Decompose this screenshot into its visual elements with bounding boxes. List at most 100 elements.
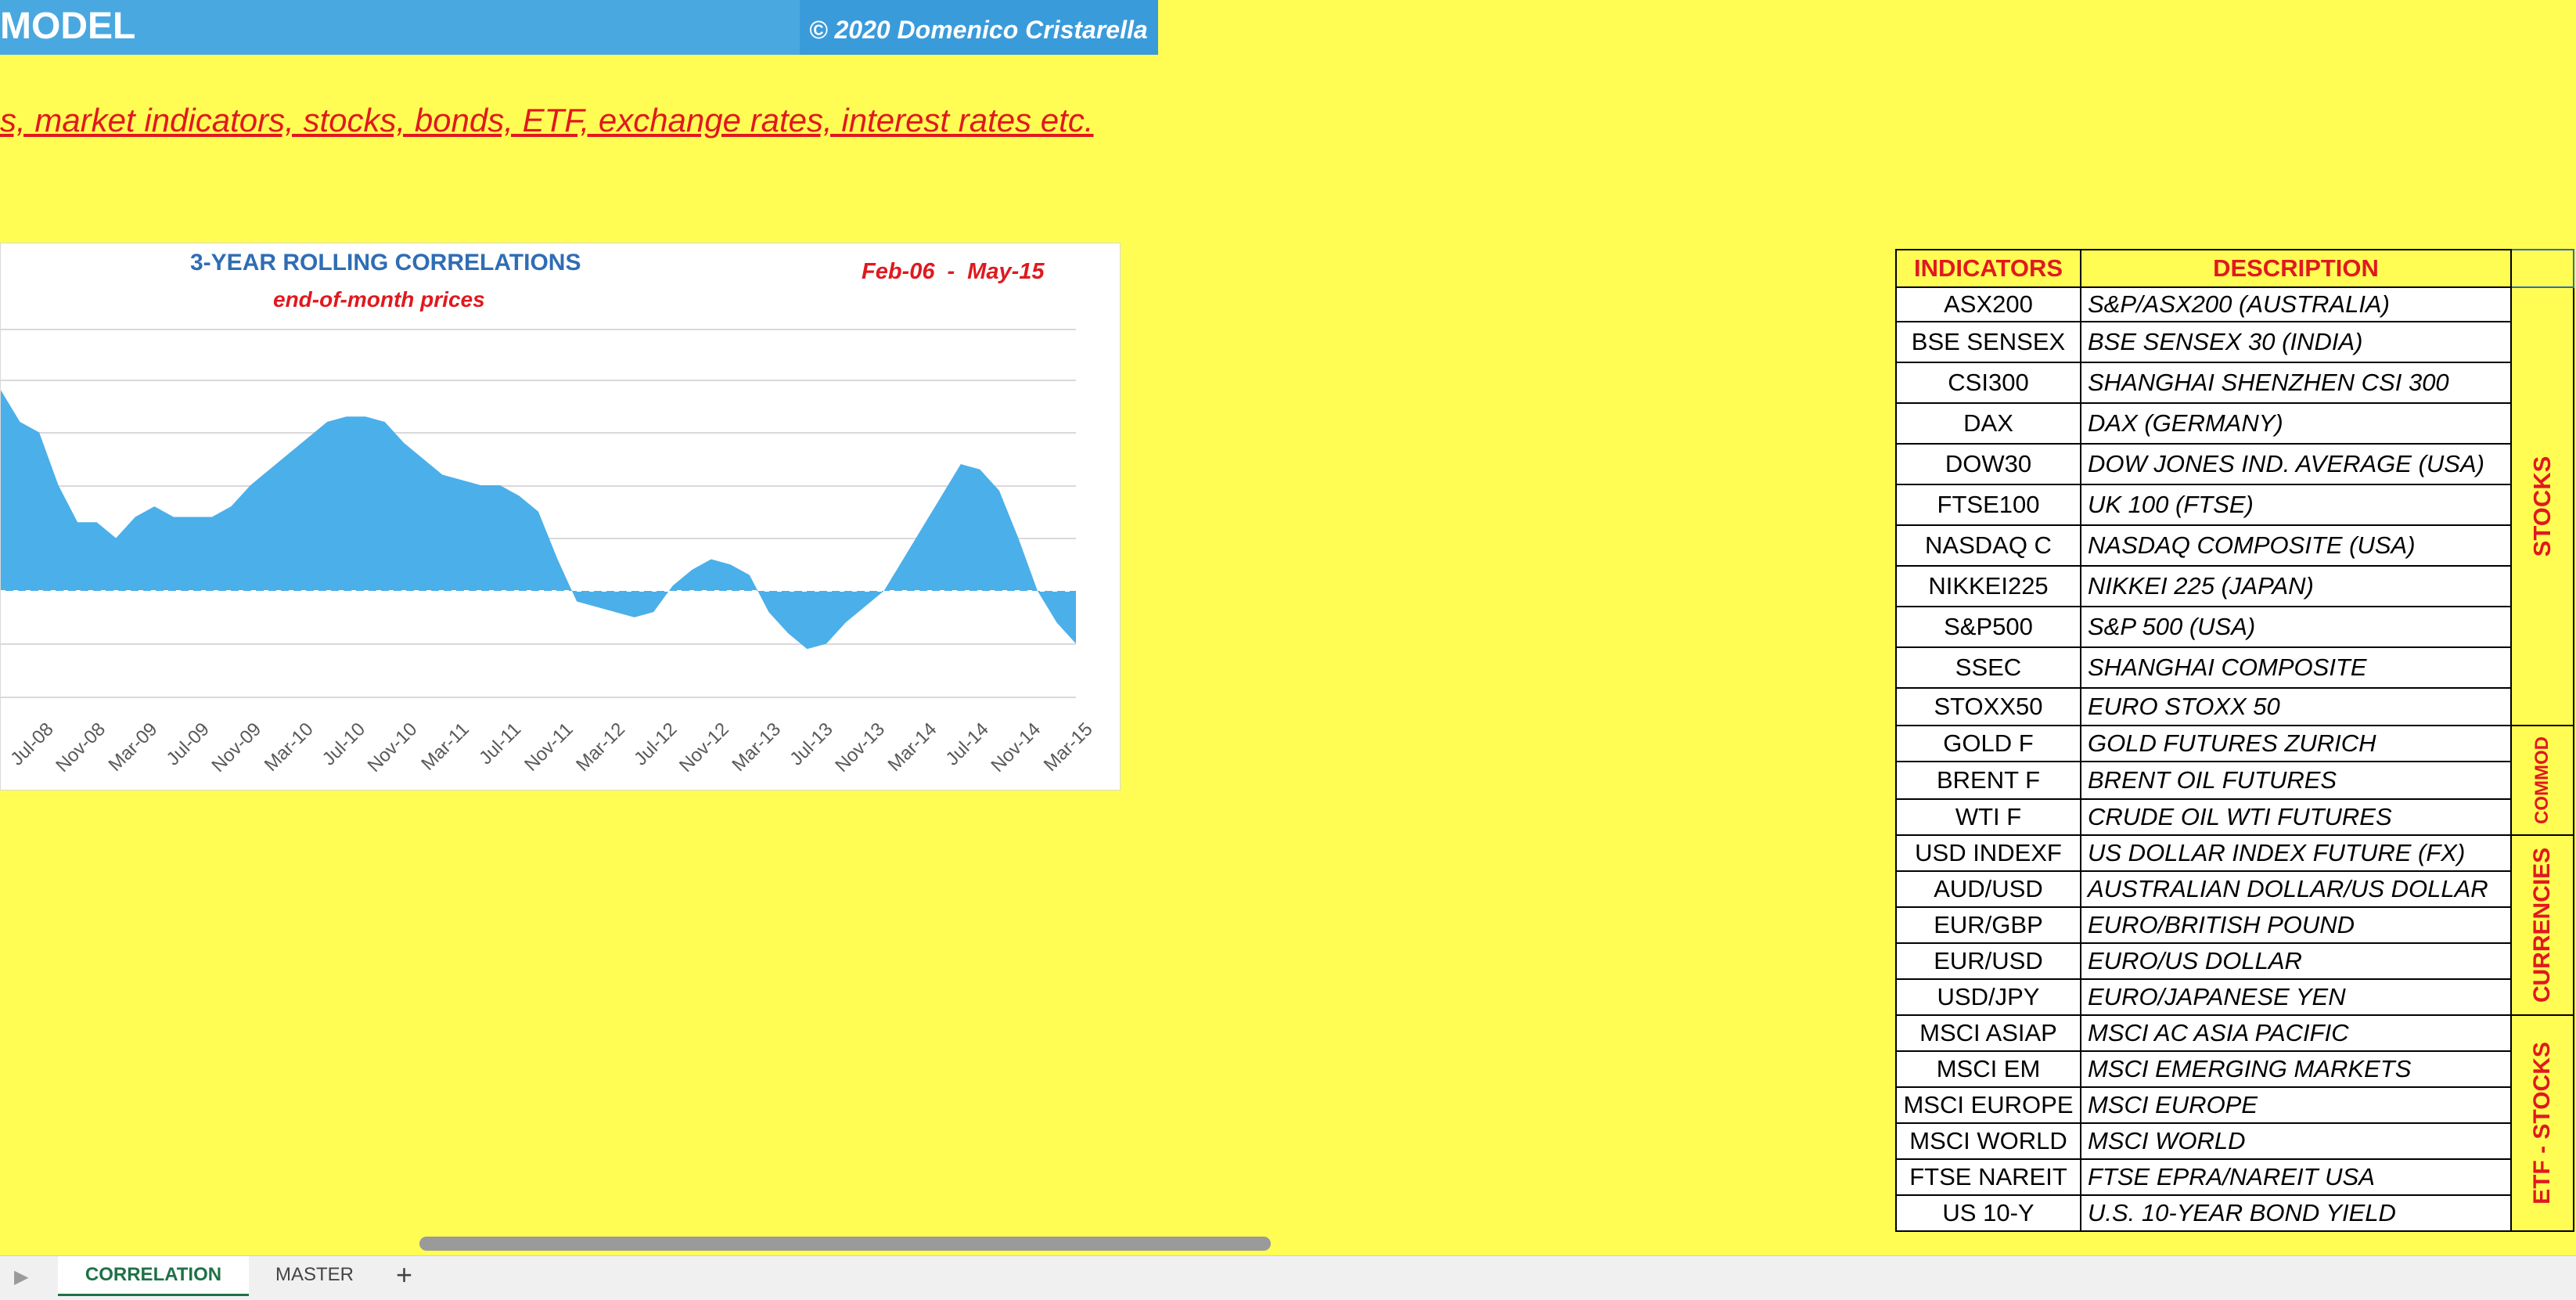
- indicator-cell[interactable]: EUR/USD: [1895, 942, 2081, 980]
- description-cell[interactable]: AUSTRALIAN DOLLAR/US DOLLAR: [2080, 870, 2512, 908]
- tab-master[interactable]: MASTER: [258, 1256, 371, 1294]
- selected-cell[interactable]: [2510, 249, 2574, 288]
- description-cell[interactable]: MSCI EUROPE: [2080, 1086, 2512, 1124]
- description-cell[interactable]: NASDAQ COMPOSITE (USA): [2080, 524, 2512, 567]
- indicator-cell[interactable]: MSCI EM: [1895, 1050, 2081, 1088]
- description-cell[interactable]: EURO/US DOLLAR: [2080, 942, 2512, 980]
- indicator-cell[interactable]: GOLD F: [1895, 725, 2081, 762]
- x-tick-label: Jul-08: [6, 718, 57, 769]
- indicator-link-text[interactable]: s, market indicators, stocks, bonds, ETF…: [0, 102, 1094, 139]
- indicator-cell[interactable]: ASX200: [1895, 286, 2081, 322]
- table-row: ASX200 S&P/ASX200 (AUSTRALIA) STOCKS: [1895, 286, 2574, 726]
- description-cell[interactable]: EURO/JAPANESE YEN: [2080, 978, 2512, 1016]
- indicator-cell[interactable]: S&P500: [1895, 606, 2081, 648]
- x-tick-label: Jul-10: [318, 718, 369, 769]
- x-tick-label: Jul-11: [475, 718, 525, 769]
- description-cell[interactable]: GOLD FUTURES ZURICH: [2080, 725, 2512, 762]
- description-cell[interactable]: DAX (GERMANY): [2080, 402, 2512, 445]
- description-cell[interactable]: EURO/BRITISH POUND: [2080, 906, 2512, 944]
- category-label: STOCKS: [2528, 456, 2556, 557]
- range-separator: -: [947, 259, 955, 284]
- category-label: ETF - STOCKS: [2529, 1042, 2555, 1205]
- model-title: MODEL: [0, 5, 136, 47]
- indicator-cell[interactable]: DOW30: [1895, 443, 2081, 485]
- x-tick-label: Nov-13: [831, 718, 889, 776]
- description-cell[interactable]: S&P 500 (USA): [2080, 606, 2512, 648]
- description-cell[interactable]: CRUDE OIL WTI FUTURES: [2080, 798, 2512, 836]
- description-cell[interactable]: FTSE EPRA/NAREIT USA: [2080, 1158, 2512, 1196]
- description-cell[interactable]: MSCI EMERGING MARKETS: [2080, 1050, 2512, 1088]
- chart-plot: 08 Jul-08Nov-08Mar-09 Jul-09Nov-09Mar-10 Ju…: [1, 329, 1097, 776]
- table-row: BSE SENSEX BSE SENSEX 30 (INDIA): [1895, 321, 2574, 363]
- description-cell[interactable]: US DOLLAR INDEX FUTURE (FX): [2080, 834, 2512, 872]
- range-end: May-15: [967, 259, 1045, 284]
- description-cell[interactable]: MSCI AC ASIA PACIFIC: [2080, 1014, 2512, 1052]
- table-row: SSEC SHANGHAI COMPOSITE: [1895, 646, 2574, 689]
- description-cell[interactable]: BSE SENSEX 30 (INDIA): [2080, 321, 2512, 363]
- description-cell[interactable]: SHANGHAI SHENZHEN CSI 300: [2080, 362, 2512, 404]
- x-tick-label: Nov-09: [207, 718, 265, 776]
- indicator-cell[interactable]: EUR/GBP: [1895, 906, 2081, 944]
- table-row: NASDAQ C NASDAQ COMPOSITE (USA): [1895, 524, 2574, 567]
- x-tick-label: Mar-13: [728, 718, 785, 776]
- category-label: CURRENCIES: [2529, 847, 2555, 1003]
- x-tick-label: Mar-09: [105, 718, 162, 776]
- indicator-cell[interactable]: DAX: [1895, 402, 2081, 445]
- x-tick-label: Mar-12: [572, 718, 629, 776]
- table-row: FTSE100 UK 100 (FTSE): [1895, 484, 2574, 526]
- table-row: BRENT F BRENT OIL FUTURES: [1895, 761, 2574, 800]
- indicator-cell[interactable]: WTI F: [1895, 798, 2081, 836]
- table-row: MSCI EUROPE MSCI EUROPE: [1895, 1086, 2574, 1124]
- table-row: AUD/USD AUSTRALIAN DOLLAR/US DOLLAR: [1895, 870, 2574, 908]
- indicator-cell[interactable]: BSE SENSEX: [1895, 321, 2081, 363]
- x-tick-label: Nov-12: [675, 718, 733, 776]
- description-cell[interactable]: UK 100 (FTSE): [2080, 484, 2512, 526]
- x-tick-label: Jul-13: [786, 718, 836, 769]
- description-cell[interactable]: BRENT OIL FUTURES: [2080, 761, 2512, 800]
- indicator-cell[interactable]: MSCI WORLD: [1895, 1122, 2081, 1160]
- description-cell[interactable]: S&P/ASX200 (AUSTRALIA): [2080, 286, 2512, 322]
- table-row: MSCI WORLD MSCI WORLD: [1895, 1122, 2574, 1160]
- tab-scroll-icon[interactable]: ▶: [14, 1266, 28, 1288]
- description-cell[interactable]: DOW JONES IND. AVERAGE (USA): [2080, 443, 2512, 485]
- indicator-cell[interactable]: STOXX50: [1895, 687, 2081, 726]
- chart-title: 3-YEAR ROLLING CORRELATIONS: [190, 250, 581, 275]
- indicator-cell[interactable]: USD/JPY: [1895, 978, 2081, 1016]
- indicators-header: INDICATORS: [1895, 249, 2081, 288]
- table-row: MSCI ASIAP MSCI AC ASIA PACIFIC ETF - STOC…: [1895, 1014, 2574, 1232]
- category-label: COMMOD: [2531, 736, 2553, 824]
- table-row: FTSE NAREIT FTSE EPRA/NAREIT USA: [1895, 1158, 2574, 1196]
- indicator-cell[interactable]: BRENT F: [1895, 761, 2081, 800]
- description-cell[interactable]: NIKKEI 225 (JAPAN): [2080, 565, 2512, 607]
- x-tick-label: Nov-14: [987, 718, 1045, 776]
- add-sheet-icon[interactable]: +: [396, 1259, 412, 1291]
- description-cell[interactable]: U.S. 10-YEAR BOND YIELD: [2080, 1194, 2512, 1232]
- x-tick-label: 08: [1, 718, 5, 748]
- rolling-correlation-chart[interactable]: 08 Jul-08 Nov-08 Mar-09 Jul-09 Nov-09 Mar-10 Ju…: [0, 243, 1121, 790]
- indicator-cell[interactable]: AUD/USD: [1895, 870, 2081, 908]
- description-cell[interactable]: EURO STOXX 50: [2080, 687, 2512, 726]
- horizontal-scrollbar[interactable]: [419, 1237, 1271, 1251]
- indicator-cell[interactable]: MSCI EUROPE: [1895, 1086, 2081, 1124]
- tab-correlation[interactable]: CORRELATION: [58, 1256, 249, 1296]
- indicator-cell[interactable]: NASDAQ C: [1895, 524, 2081, 567]
- table-row: EUR/GBP EURO/BRITISH POUND: [1895, 906, 2574, 944]
- indicator-cell[interactable]: FTSE100: [1895, 484, 2081, 526]
- range-start: Feb-06: [862, 259, 935, 284]
- indicator-cell[interactable]: US 10-Y: [1895, 1194, 2081, 1232]
- indicator-cell[interactable]: USD INDEXF: [1895, 834, 2081, 872]
- indicator-cell[interactable]: SSEC: [1895, 646, 2081, 689]
- indicator-cell[interactable]: NIKKEI225: [1895, 565, 2081, 607]
- indicator-cell[interactable]: CSI300: [1895, 362, 2081, 404]
- x-tick-label: Jul-14: [942, 718, 993, 769]
- indicator-cell[interactable]: FTSE NAREIT: [1895, 1158, 2081, 1196]
- chart-date-range: Feb-06- May-15: [862, 259, 1044, 285]
- category-cell: STOCKS: [2510, 286, 2574, 726]
- table-row: STOXX50 EURO STOXX 50: [1895, 687, 2574, 726]
- description-cell[interactable]: SHANGHAI COMPOSITE: [2080, 646, 2512, 689]
- indicator-cell[interactable]: MSCI ASIAP: [1895, 1014, 2081, 1052]
- table-row: USD/JPY EURO/JAPANESE YEN: [1895, 978, 2574, 1016]
- table-row: EUR/USD EURO/US DOLLAR: [1895, 942, 2574, 980]
- description-cell[interactable]: MSCI WORLD: [2080, 1122, 2512, 1160]
- table-row: CSI300 SHANGHAI SHENZHEN CSI 300: [1895, 362, 2574, 404]
